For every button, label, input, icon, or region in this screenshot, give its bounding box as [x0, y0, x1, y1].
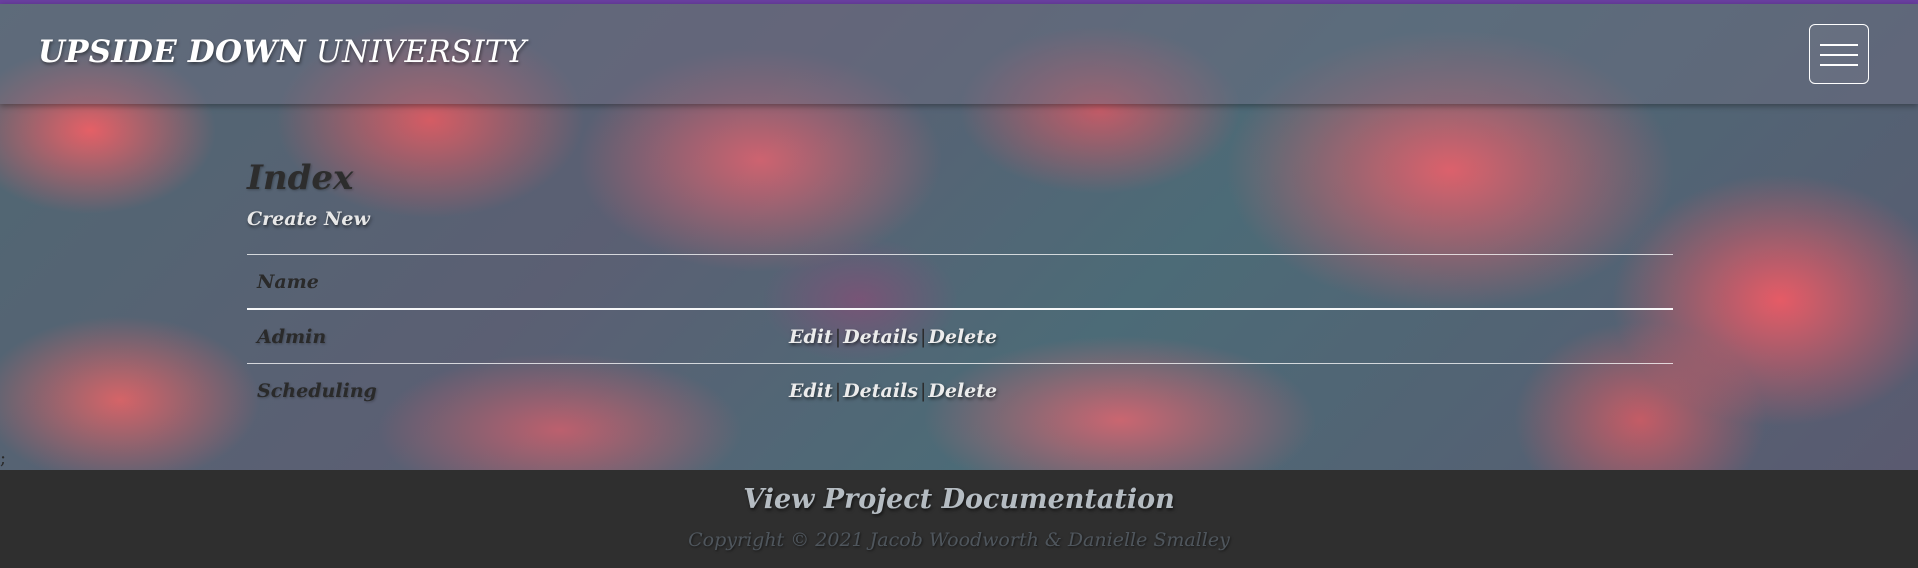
stray-text: ;: [0, 448, 7, 469]
delete-link[interactable]: Delete: [928, 326, 997, 348]
index-table: Name Admin Edit | Details | Delete Schedulin…: [247, 254, 1673, 417]
project-documentation-link[interactable]: View Project Documentation: [0, 484, 1918, 515]
link-separator: |: [919, 379, 927, 402]
table-row: Admin Edit | Details | Delete: [247, 308, 1673, 364]
row-actions: Edit | Details | Delete: [779, 308, 1673, 364]
page-title: Index: [247, 158, 354, 198]
main-content: Index Create New Name Admin Edit | Details…: [247, 150, 1673, 417]
footer: View Project Documentation Copyright © 2…: [0, 470, 1918, 568]
row-name: Scheduling: [247, 363, 779, 417]
column-header-name: Name: [247, 254, 779, 310]
hamburger-menu-button[interactable]: [1809, 24, 1869, 84]
row-name: Admin: [247, 308, 779, 364]
table-header-row: Name: [247, 254, 1673, 310]
table-row: Scheduling Edit | Details | Delete: [247, 363, 1673, 417]
link-separator: |: [834, 379, 842, 402]
brand-logo-link[interactable]: UPSIDE DOWN UNIVERSITY: [38, 34, 526, 70]
hamburger-menu-icon: [1820, 54, 1858, 56]
hamburger-menu-icon: [1820, 64, 1858, 66]
create-new-link[interactable]: Create New: [247, 208, 370, 230]
navbar: UPSIDE DOWN UNIVERSITY: [0, 4, 1918, 104]
edit-link[interactable]: Edit: [789, 380, 833, 402]
delete-link[interactable]: Delete: [928, 380, 997, 402]
brand-bold-text: UPSIDE DOWN: [38, 34, 306, 70]
details-link[interactable]: Details: [843, 326, 918, 348]
column-header-actions: [779, 254, 1673, 310]
details-link[interactable]: Details: [843, 380, 918, 402]
hamburger-menu-icon: [1820, 44, 1858, 46]
link-separator: |: [834, 325, 842, 348]
row-actions: Edit | Details | Delete: [779, 363, 1673, 417]
copyright-text: Copyright © 2021 Jacob Woodworth & Danie…: [688, 529, 1230, 551]
link-separator: |: [919, 325, 927, 348]
brand-regular-text: UNIVERSITY: [315, 34, 527, 70]
edit-link[interactable]: Edit: [789, 326, 833, 348]
